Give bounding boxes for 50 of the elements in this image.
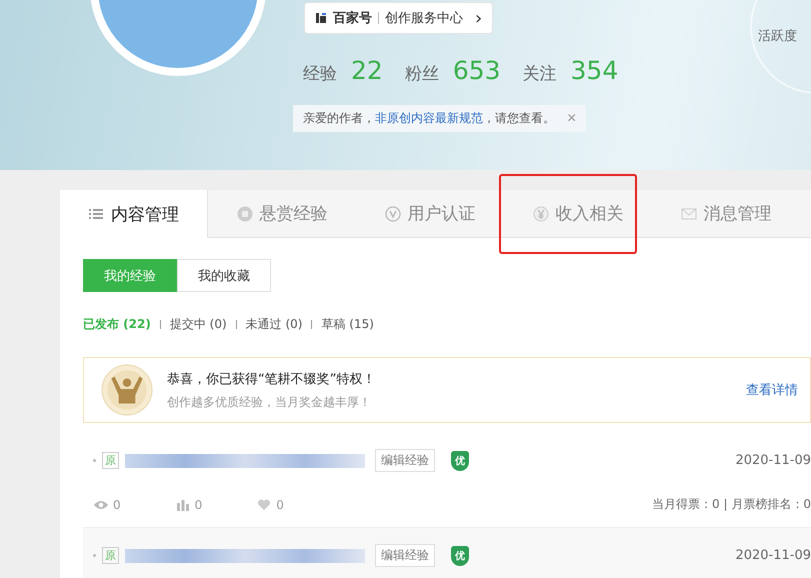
view-count: 0 <box>113 498 121 512</box>
notice-link[interactable]: 非原创内容最新规范 <box>375 111 483 125</box>
filter-link[interactable]: 未通过 (0) <box>246 316 302 333</box>
stat-value: 653 <box>452 56 501 85</box>
tab[interactable]: 悬赏经验 <box>208 190 356 237</box>
activity-label: 活跃度 <box>758 28 797 45</box>
edit-button[interactable]: 编辑经验 <box>375 544 435 567</box>
stat-label: 粉丝 <box>404 63 439 85</box>
stat-value: 22 <box>351 56 383 85</box>
eye-icon <box>93 498 109 510</box>
close-button[interactable]: × <box>567 110 576 128</box>
entry-date: 2020-11-09 <box>735 548 811 563</box>
original-badge: 原 <box>102 547 119 564</box>
quality-shield-badge: 优 <box>451 450 469 470</box>
mail-icon <box>680 206 696 222</box>
brand-name: 百家号 <box>333 10 372 27</box>
like-count: 0 <box>276 498 284 512</box>
tab[interactable]: 收入相关 <box>504 190 652 237</box>
bar-chart-icon <box>174 498 191 510</box>
banner-title: 恭喜，你已获得“笔耕不辍奖”特权！ <box>167 370 376 388</box>
verified-icon <box>384 206 400 222</box>
segment-button[interactable]: 我的经验 <box>83 259 177 292</box>
filter-link[interactable]: 草稿 (15) <box>321 316 374 333</box>
original-badge: 原 <box>102 452 119 469</box>
tab[interactable]: 消息管理 <box>652 190 800 237</box>
edit-button[interactable]: 编辑经验 <box>375 449 435 472</box>
filter-link[interactable]: 已发布 (22) <box>83 316 151 333</box>
tab[interactable]: 内容管理 <box>60 190 208 238</box>
brand-logo-icon <box>315 12 327 24</box>
filter-link[interactable]: 提交中 (0) <box>170 316 227 333</box>
tab[interactable]: 用户认证 <box>356 190 504 237</box>
yuan-coin-icon <box>532 206 548 222</box>
cheering-person-icon <box>101 364 153 416</box>
vote-count: 0 <box>194 498 202 512</box>
quality-shield-badge: 优 <box>451 546 469 566</box>
segment-button[interactable]: 我的收藏 <box>177 259 271 292</box>
chevron-icon: › <box>475 8 482 28</box>
heart-icon <box>256 498 272 510</box>
service-center-button[interactable]: 百家号 创作服务中心 › <box>304 2 494 34</box>
banner-subtitle: 创作越多优质经验，当月奖金越丰厚！ <box>167 394 372 410</box>
stat-value: 354 <box>570 56 618 85</box>
entry-date: 2020-11-09 <box>735 453 811 468</box>
coin-icon <box>236 206 252 222</box>
notice-text: 亲爱的作者，非原创内容最新规范，请您查看。 <box>303 110 555 127</box>
monthly-ranking-text: 当月得票：0 | 月票榜排名：0 <box>652 496 811 513</box>
service-label: 创作服务中心 <box>385 10 463 27</box>
details-link[interactable]: 查看详情 <box>746 381 798 399</box>
stat-label: 关注 <box>522 63 557 85</box>
stat-label: 经验 <box>303 63 337 85</box>
list-icon <box>88 206 104 222</box>
